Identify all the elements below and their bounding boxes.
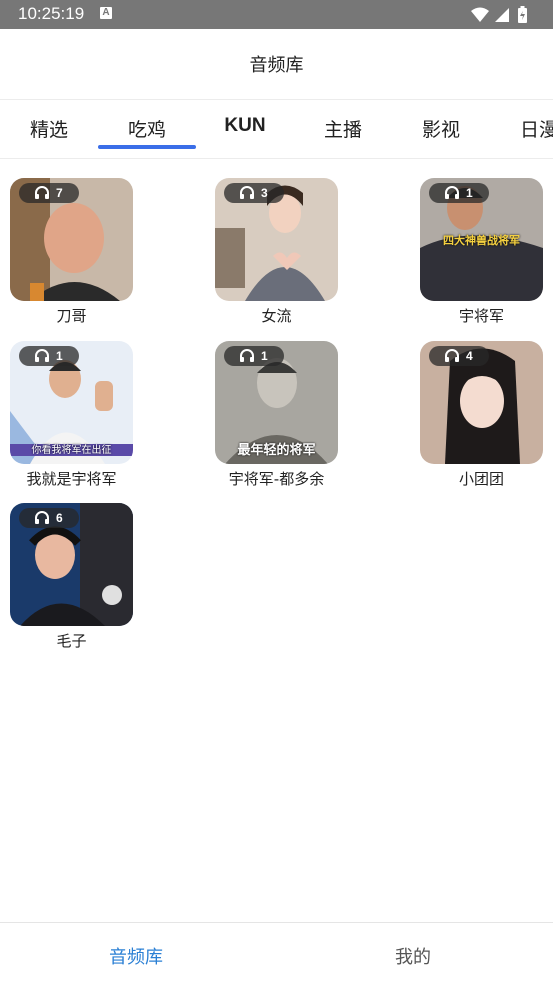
play-count-badge: 4 [429, 346, 489, 366]
headphones-icon [444, 349, 460, 366]
thumbnail-caption: 最年轻的将军 [237, 443, 316, 458]
play-count: 1 [56, 349, 63, 363]
audio-card[interactable]: 最年轻的将军 1 宇将军-都多余 [215, 341, 339, 489]
thumbnail-caption: 你看我将军在出征 [31, 445, 112, 456]
tab-jingxuan[interactable]: 精选 [0, 115, 98, 142]
audio-name: 刀哥 [56, 307, 87, 325]
thumbnail[interactable]: 6 [10, 503, 133, 626]
tab-zhubo[interactable]: 主播 [294, 115, 392, 142]
play-count: 3 [261, 186, 268, 200]
page-title: 音频库 [249, 55, 304, 76]
app-header: 音频库 [0, 29, 553, 100]
audio-card[interactable]: 6 毛子 [10, 503, 134, 651]
headphones-icon [34, 511, 50, 528]
thumbnail[interactable]: 四大神兽战将军 1 [420, 178, 543, 301]
audio-card[interactable]: 四大神兽战将军 1 宇将军 [420, 178, 544, 326]
audio-name: 小团团 [458, 470, 504, 488]
tab-yingshi[interactable]: 影视 [392, 115, 490, 142]
play-count: 4 [466, 349, 473, 363]
thumbnail[interactable]: 你看我将军在出征 1 [10, 341, 133, 464]
headphones-icon [239, 186, 255, 203]
wifi-icon [471, 7, 489, 22]
audio-card[interactable]: 7 刀哥 [10, 178, 134, 326]
system-status-icons [471, 6, 527, 23]
bottom-nav: 音频库 我的 [0, 922, 553, 985]
notification-icon: A [100, 7, 112, 19]
status-time: 10:25:19 [18, 4, 85, 23]
nav-audio-library[interactable]: 音频库 [109, 943, 163, 969]
audio-name: 宇将军-都多余 [228, 470, 325, 488]
play-count: 1 [466, 186, 473, 200]
audio-name: 我就是宇将军 [26, 470, 117, 488]
audio-card[interactable]: 3 女流 [215, 178, 339, 326]
headphones-icon [444, 186, 460, 203]
battery-icon [518, 6, 527, 23]
status-bar: 10:25:19 A [0, 0, 553, 29]
headphones-icon [34, 349, 50, 366]
play-count-badge: 1 [429, 183, 489, 203]
audio-card[interactable]: 4 小团团 [420, 341, 544, 489]
headphones-icon [239, 349, 255, 366]
play-count-badge: 6 [19, 508, 79, 528]
play-count: 1 [261, 349, 268, 363]
active-tab-indicator [98, 145, 196, 149]
thumbnail-caption: 四大神兽战将军 [443, 234, 520, 247]
thumbnail[interactable]: 3 [215, 178, 338, 301]
nav-mine[interactable]: 我的 [395, 943, 431, 969]
play-count-badge: 1 [19, 346, 79, 366]
play-count-badge: 3 [224, 183, 284, 203]
play-count-badge: 1 [224, 346, 284, 366]
thumbnail[interactable]: 最年轻的将军 1 [215, 341, 338, 464]
play-count: 6 [56, 511, 63, 525]
audio-name: 女流 [261, 307, 292, 325]
play-count: 7 [56, 186, 63, 200]
thumbnail[interactable]: 7 [10, 178, 133, 301]
audio-card[interactable]: 你看我将军在出征 1 我就是宇将军 [10, 341, 134, 489]
tab-kun[interactable]: KUN [196, 115, 294, 137]
tab-chiji[interactable]: 吃鸡 [98, 115, 196, 142]
thumbnail[interactable]: 4 [420, 341, 543, 464]
headphones-icon [34, 186, 50, 203]
tab-riman[interactable]: 日漫 [490, 115, 553, 142]
play-count-badge: 7 [19, 183, 79, 203]
signal-icon [495, 8, 509, 22]
audio-name: 毛子 [56, 632, 87, 650]
audio-name: 宇将军 [458, 307, 504, 325]
category-tabs: 精选 吃鸡 KUN 主播 影视 日漫 [0, 100, 553, 159]
